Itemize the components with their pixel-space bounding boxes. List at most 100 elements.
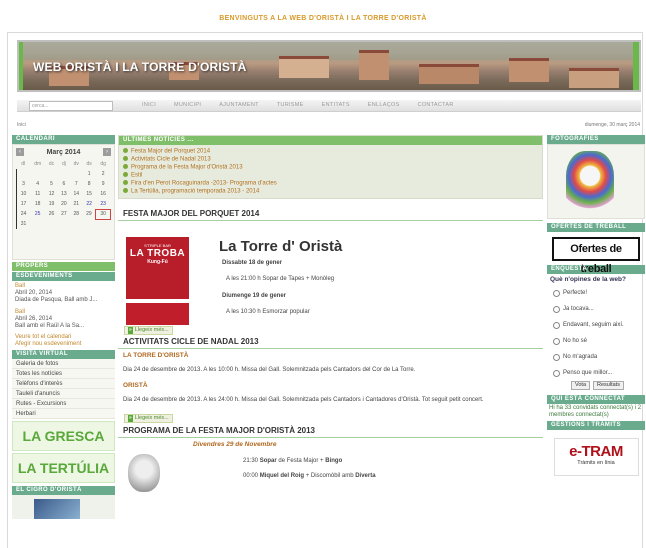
virtual-item-herbarium[interactable]: Herbari bbox=[12, 409, 115, 419]
search-input[interactable]: cerca... bbox=[29, 101, 113, 111]
event-title[interactable]: Ball amb el Raül A la Sa... bbox=[15, 323, 112, 330]
program-highlight: Bingo bbox=[325, 458, 343, 465]
calendar-day[interactable]: 24 bbox=[15, 209, 30, 219]
calendar-day[interactable]: 26 bbox=[45, 209, 57, 219]
calendar-day-today[interactable]: 30 bbox=[95, 208, 111, 220]
article-festa-major-orista: Divendres 29 de Novembre 21:30 Sopar de … bbox=[118, 438, 543, 498]
read-more-button[interactable]: » Llegeix més... bbox=[124, 326, 173, 336]
article-title[interactable]: PROGRAMA DE LA FESTA MAJOR D'ORISTÀ 2013 bbox=[118, 426, 543, 439]
poll-option[interactable]: No ho sé bbox=[547, 333, 645, 349]
radio-icon[interactable] bbox=[553, 337, 560, 345]
virtual-visit-list: Galeria de fotos Totes les notícies Telè… bbox=[12, 359, 115, 419]
menu-item-inici[interactable]: INICI bbox=[133, 102, 165, 108]
calendar-day[interactable]: 13 bbox=[58, 189, 70, 199]
latest-news-list: Festa Major del Porquet 2014 Activitats … bbox=[119, 145, 542, 198]
prev-month-icon[interactable]: ‹ bbox=[16, 148, 24, 156]
calendar-day[interactable]: 20 bbox=[58, 199, 70, 209]
calendar-day[interactable]: 7 bbox=[70, 179, 82, 189]
calendar-day[interactable]: 25 bbox=[30, 209, 45, 219]
child-photo[interactable] bbox=[128, 454, 160, 493]
calendar-day[interactable]: 5 bbox=[45, 179, 57, 189]
calendar-day[interactable]: 10 bbox=[15, 189, 30, 199]
calendar-day[interactable]: 27 bbox=[58, 209, 70, 219]
poll-option[interactable]: Ja tocava... bbox=[547, 301, 645, 317]
program-highlight: Diverta bbox=[355, 473, 376, 480]
menu-item-ajuntament[interactable]: AJUNTAMENT bbox=[210, 102, 268, 108]
menu-item-entitats[interactable]: ENTITATS bbox=[313, 102, 359, 108]
calendar-day[interactable]: 21 bbox=[70, 199, 82, 209]
event-poster-small[interactable] bbox=[126, 303, 189, 326]
calendar-day[interactable]: 4 bbox=[30, 179, 45, 189]
calendar-day[interactable]: 28 bbox=[70, 209, 82, 219]
etram-logo[interactable]: e-TRAM Tràmits en línia bbox=[553, 438, 639, 476]
photo-gallery-thumb[interactable] bbox=[547, 144, 645, 219]
calendar-day[interactable]: 29 bbox=[82, 209, 95, 219]
calendar-day[interactable] bbox=[15, 169, 30, 179]
calendar-day[interactable]: 12 bbox=[45, 189, 57, 199]
calendar-day[interactable]: 14 bbox=[70, 189, 82, 199]
virtual-item-news[interactable]: Totes les notícies bbox=[12, 369, 115, 379]
calendar-day[interactable]: 15 bbox=[82, 189, 95, 199]
menu-item-municipi[interactable]: MUNICIPI bbox=[165, 102, 210, 108]
virtual-item-ads[interactable]: Tauleli d'anuncis bbox=[12, 389, 115, 399]
calendar-day[interactable] bbox=[30, 169, 45, 179]
read-more-button[interactable]: » Llegeix més... bbox=[124, 414, 173, 424]
program-item-1: 21:30 Sopar de Festa Major + Bingo bbox=[243, 458, 342, 464]
results-button[interactable]: Resultats bbox=[593, 381, 624, 390]
article-title[interactable]: ACTIVITATS CICLE DE NADAL 2013 bbox=[118, 337, 543, 350]
view-calendar-link[interactable]: Veure tot el calendari bbox=[15, 334, 112, 341]
cigro-image[interactable] bbox=[12, 495, 115, 519]
radio-icon[interactable] bbox=[553, 321, 560, 329]
add-event-link[interactable]: Afegir nou esdeveniment bbox=[15, 341, 112, 348]
calendar-day[interactable]: 17 bbox=[15, 199, 30, 209]
virtual-item-phones[interactable]: Telèfons d'interès bbox=[12, 379, 115, 389]
radio-icon[interactable] bbox=[553, 369, 560, 377]
cigro-header: EL CIGRÓ D'ORISTÀ bbox=[12, 486, 115, 495]
poll-option[interactable]: Endavant, seguim així. bbox=[547, 317, 645, 333]
calendar-day[interactable]: 8 bbox=[82, 179, 95, 189]
news-link[interactable]: Estil bbox=[123, 172, 536, 180]
vote-button[interactable]: Vota bbox=[571, 381, 591, 390]
menu-item-enllacos[interactable]: ENLLAÇOS bbox=[359, 102, 409, 108]
poll-option[interactable]: Penso que millor... bbox=[547, 365, 645, 381]
radio-icon[interactable] bbox=[553, 353, 560, 361]
breadcrumb[interactable]: Inici bbox=[17, 122, 26, 128]
menu-item-turisme[interactable]: TURISME bbox=[268, 102, 313, 108]
menu-item-contactar[interactable]: CONTACTAR bbox=[409, 102, 463, 108]
poll-option[interactable]: No m'agrada bbox=[547, 349, 645, 365]
la-gresca-logo[interactable]: LA GRESCA bbox=[12, 421, 115, 451]
radio-icon[interactable] bbox=[553, 289, 560, 297]
next-month-icon[interactable]: › bbox=[102, 148, 111, 156]
news-link[interactable]: Programa de la Festa Major d'Oristà 2013 bbox=[123, 164, 536, 172]
calendar-day[interactable] bbox=[58, 169, 70, 179]
calendar-day[interactable]: 23 bbox=[96, 199, 111, 209]
la-tertulia-logo[interactable]: LA TERTÚLIA bbox=[12, 453, 115, 483]
calendar-day[interactable]: 9 bbox=[96, 179, 111, 189]
virtual-item-routes[interactable]: Rutes - Excursions bbox=[12, 399, 115, 409]
calendar-day[interactable]: 1 bbox=[82, 169, 95, 179]
calendar-day[interactable]: 11 bbox=[30, 189, 45, 199]
news-link[interactable]: Fira d'en Perot Rocaguinarda -2013- Prog… bbox=[123, 180, 536, 188]
calendar-day[interactable]: 2 bbox=[96, 169, 111, 179]
program-highlight: Sopar bbox=[259, 458, 277, 465]
program-day: Divendres 29 de Novembre bbox=[193, 441, 277, 449]
calendar-day[interactable] bbox=[45, 169, 57, 179]
virtual-item-photos[interactable]: Galeria de fotos bbox=[12, 359, 115, 369]
event-title[interactable]: Diada de Pasqua, Ball amb J... bbox=[15, 297, 112, 304]
news-link[interactable]: Activitats Cicle de Nadal 2013 bbox=[123, 156, 536, 164]
news-link[interactable]: Festa Major del Porquet 2014 bbox=[123, 148, 536, 156]
calendar-day[interactable]: 19 bbox=[45, 199, 57, 209]
calendar-day[interactable]: 16 bbox=[96, 189, 111, 199]
calendar-day[interactable]: 18 bbox=[30, 199, 45, 209]
poll-option[interactable]: Perfecte! bbox=[547, 285, 645, 301]
calendar-day[interactable]: 31 bbox=[15, 219, 30, 229]
event-poster[interactable]: S'TRIPLE BAR LA TROBA Kung-Fú bbox=[126, 237, 189, 300]
news-link[interactable]: La Tertúlia, programació temporada 2013 … bbox=[123, 188, 536, 196]
calendar-day[interactable] bbox=[70, 169, 82, 179]
calendar-day[interactable]: 22 bbox=[82, 199, 95, 209]
jobs-banner[interactable]: Ofertes de treball bbox=[552, 237, 640, 275]
calendar-day[interactable]: 6 bbox=[58, 179, 70, 189]
article-title[interactable]: FESTA MAJOR DEL PORQUET 2014 bbox=[118, 209, 543, 222]
radio-icon[interactable] bbox=[553, 305, 560, 313]
calendar-day[interactable]: 3 bbox=[15, 179, 30, 189]
